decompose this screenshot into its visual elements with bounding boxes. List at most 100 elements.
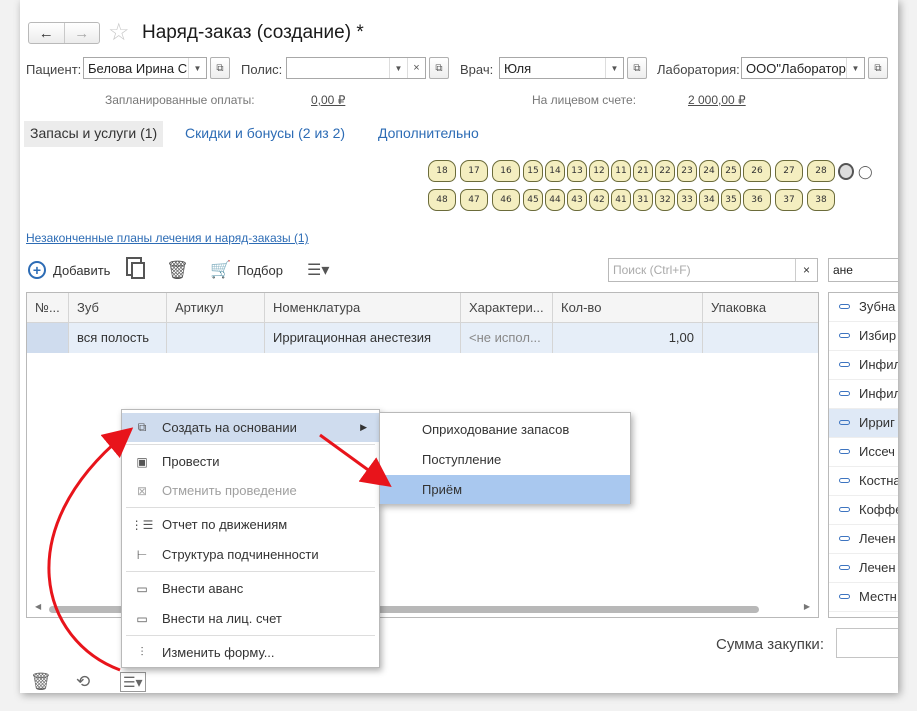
tooth-upper[interactable]: 18 <box>428 160 456 182</box>
tab-additional[interactable]: Дополнительно <box>372 121 485 147</box>
add-button[interactable]: + Добавить <box>28 258 110 282</box>
tooth-lower[interactable]: 35 <box>721 189 741 211</box>
tooth-lower[interactable]: 36 <box>743 189 771 211</box>
col-header-nomenclature[interactable]: Номенклатура <box>265 293 461 323</box>
clear-icon[interactable]: × <box>407 58 425 78</box>
planned-payments-value[interactable]: 0,00 ₽ <box>311 93 345 107</box>
table-row[interactable]: вся полость Ирригационная анестезия <не … <box>27 323 818 353</box>
list-item[interactable]: Избир <box>829 322 898 351</box>
scroll-left-icon[interactable]: ◀ <box>35 602 41 611</box>
selection-button[interactable]: 🛒 Подбор <box>210 258 283 282</box>
back-button[interactable]: ← <box>29 23 65 43</box>
tooth-lower[interactable]: 45 <box>523 189 543 211</box>
purchase-sum-field[interactable] <box>836 628 898 658</box>
submenu-item-receipt[interactable]: Поступление <box>380 445 630 474</box>
list-item[interactable]: Костна <box>829 467 898 496</box>
tooth-upper[interactable]: 11 <box>611 160 631 182</box>
tooth-upper[interactable]: 16 <box>492 160 520 182</box>
tooth-upper[interactable]: 24 <box>699 160 719 182</box>
scroll-right-icon[interactable]: ▶ <box>804 602 810 611</box>
submenu-item-stock-receipt[interactable]: Оприходование запасов <box>380 415 630 444</box>
chevron-down-icon[interactable]: ▼ <box>846 58 864 78</box>
tooth-lower[interactable]: 44 <box>545 189 565 211</box>
list-item[interactable]: Инфил <box>829 380 898 409</box>
tooth-upper[interactable]: 27 <box>775 160 803 182</box>
menu-item-advance[interactable]: ▭ Внести аванс <box>122 574 379 603</box>
tooth-upper[interactable]: 15 <box>523 160 543 182</box>
tooth-upper[interactable]: 23 <box>677 160 697 182</box>
submenu-item-appointment[interactable]: Приём <box>380 475 630 504</box>
col-header-package[interactable]: Упаковка <box>703 293 820 323</box>
menu-item-structure[interactable]: ⊢ Структура подчиненности <box>122 540 379 569</box>
tooth-upper[interactable]: 22 <box>655 160 675 182</box>
tooth-lower[interactable]: 47 <box>460 189 488 211</box>
policy-open-button[interactable]: ⧉ <box>429 57 449 79</box>
list-item[interactable]: Ирриг <box>829 409 898 438</box>
menu-item-change-form[interactable]: ⫶ Изменить форму... <box>122 638 379 667</box>
more-menu-icon[interactable]: ☰▾ <box>120 672 146 692</box>
tooth-lower[interactable]: 32 <box>655 189 675 211</box>
jaw-toggle-icon[interactable]: ◯ <box>858 164 873 180</box>
list-item[interactable]: Зубна <box>829 293 898 322</box>
col-header-tooth[interactable]: Зуб <box>69 293 167 323</box>
tooth-upper[interactable]: 13 <box>567 160 587 182</box>
page-title: Наряд-заказ (создание) * <box>142 22 364 43</box>
tooth-lower[interactable]: 46 <box>492 189 520 211</box>
doctor-field[interactable]: Юля ▼ <box>499 57 624 79</box>
col-header-characteristics[interactable]: Характери... <box>461 293 553 323</box>
tooth-lower[interactable]: 37 <box>775 189 803 211</box>
list-item[interactable]: Местн <box>829 583 898 612</box>
col-header-number[interactable]: №... <box>27 293 69 323</box>
col-header-quantity[interactable]: Кол-во <box>553 293 703 323</box>
tooth-lower[interactable]: 43 <box>567 189 587 211</box>
tooth-lower[interactable]: 31 <box>633 189 653 211</box>
tooth-upper[interactable]: 17 <box>460 160 488 182</box>
tooth-upper[interactable]: 12 <box>589 160 609 182</box>
trash-icon[interactable]: 🗑 <box>30 672 52 692</box>
tooth-lower[interactable]: 48 <box>428 189 456 211</box>
tooth-upper[interactable]: 21 <box>633 160 653 182</box>
tooth-lower[interactable]: 33 <box>677 189 697 211</box>
menu-item-movements-report[interactable]: ⋮☰ Отчет по движениям <box>122 510 379 539</box>
list-item[interactable]: Коффе <box>829 496 898 525</box>
whole-mouth-icon[interactable] <box>838 163 854 180</box>
tooth-upper[interactable]: 28 <box>807 160 835 182</box>
tooth-lower[interactable]: 34 <box>699 189 719 211</box>
tooth-lower[interactable]: 42 <box>589 189 609 211</box>
filter-input[interactable]: ане <box>828 258 898 282</box>
tooth-lower[interactable]: 41 <box>611 189 631 211</box>
chevron-down-icon[interactable]: ▼ <box>389 58 407 78</box>
search-input[interactable]: Поиск (Ctrl+F) <box>609 259 795 281</box>
account-value[interactable]: 2 000,00 ₽ <box>688 93 746 107</box>
unfinished-plans-link[interactable]: Незаконченные планы лечения и наряд-зака… <box>26 231 309 245</box>
lab-open-button[interactable]: ⧉ <box>868 57 888 79</box>
tooth-upper[interactable]: 14 <box>545 160 565 182</box>
doctor-open-button[interactable]: ⧉ <box>627 57 647 79</box>
delete-button[interactable]: 🗑 <box>166 258 189 282</box>
history-icon[interactable]: ⟲ <box>76 672 90 692</box>
list-item[interactable]: Инфил <box>829 351 898 380</box>
menu-item-create-based[interactable]: ⧉ Создать на основании ▶ <box>122 413 379 442</box>
more-actions-button[interactable]: ☰▾ <box>307 258 329 282</box>
menu-item-personal-account[interactable]: ▭ Внести на лиц. счет <box>122 604 379 633</box>
chevron-down-icon[interactable]: ▼ <box>605 58 623 78</box>
clear-search-icon[interactable]: × <box>795 259 817 281</box>
tab-stock-services[interactable]: Запасы и услуги (1) <box>24 121 164 147</box>
list-item[interactable]: Лечен <box>829 554 898 583</box>
favorite-star-icon[interactable]: ☆ <box>108 20 130 46</box>
patient-field[interactable]: Белова Ирина С ▼ <box>83 57 207 79</box>
col-header-article[interactable]: Артикул <box>167 293 265 323</box>
chevron-down-icon[interactable]: ▼ <box>188 58 206 78</box>
tooth-upper[interactable]: 25 <box>721 160 741 182</box>
tab-discounts[interactable]: Скидки и бонусы (2 из 2) <box>179 121 351 147</box>
list-item[interactable]: Лечен <box>829 525 898 554</box>
forward-button[interactable]: → <box>65 23 100 43</box>
patient-open-button[interactable]: ⧉ <box>210 57 230 79</box>
tooth-lower[interactable]: 38 <box>807 189 835 211</box>
list-item[interactable]: Иссеч <box>829 438 898 467</box>
copy-button[interactable] <box>127 258 145 282</box>
policy-field[interactable]: ▼ × <box>286 57 426 79</box>
lab-field[interactable]: ООО"Лаборатор ▼ <box>741 57 865 79</box>
menu-item-post[interactable]: ▣ Провести <box>122 447 379 476</box>
tooth-upper[interactable]: 26 <box>743 160 771 182</box>
